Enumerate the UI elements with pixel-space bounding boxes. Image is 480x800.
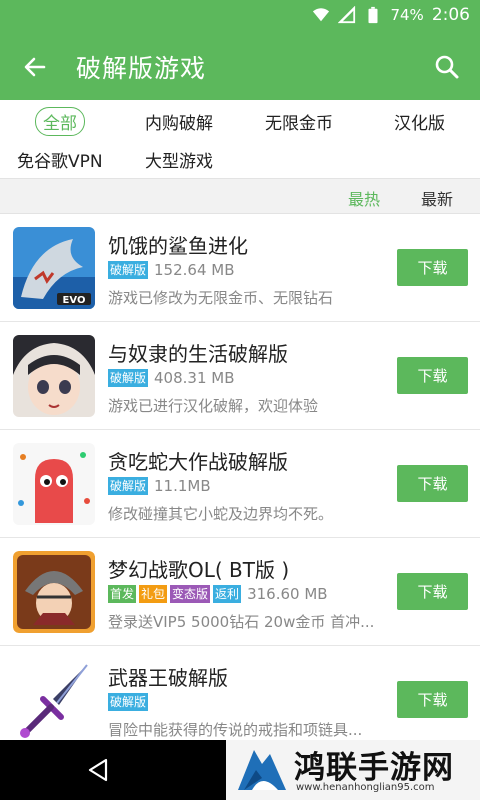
game-desc: 登录送VIP5 5000钻石 20w金币 首冲... xyxy=(108,613,375,631)
site-watermark: 鸿联手游网 www.henanhonglian95.com xyxy=(226,740,480,800)
sort-newest[interactable]: 最新 xyxy=(421,186,453,210)
list-item[interactable]: 武器王破解版 破解版 冒险中能获得的传说的戒指和项链具... 下载 xyxy=(0,646,480,754)
search-button[interactable] xyxy=(430,50,464,84)
tag-crack: 破解版 xyxy=(108,477,149,495)
tag-crack: 破解版 xyxy=(108,261,149,279)
tag-crack: 破解版 xyxy=(108,369,149,387)
signal-icon xyxy=(338,6,356,24)
svg-text:EVO: EVO xyxy=(63,295,86,306)
game-name: 饥饿的鲨鱼进化 xyxy=(108,234,248,258)
game-meta: 破解版 408.31 MB xyxy=(108,369,235,387)
category-iap-crack[interactable]: 内购破解 xyxy=(145,109,213,134)
clock: 2:06 xyxy=(431,5,470,25)
game-desc: 游戏已修改为无限金币、无限钻石 xyxy=(108,289,334,307)
category-filter: 全部 内购破解 无限金币 汉化版 免谷歌VPN 大型游戏 xyxy=(0,100,480,178)
game-icon-sword xyxy=(13,659,95,741)
game-meta: 破解版 xyxy=(108,693,149,711)
sort-bar: 最热 最新 xyxy=(0,178,480,214)
list-item[interactable]: EVO 饥饿的鲨鱼进化 破解版 152.64 MB 游戏已修改为无限金币、无限钻… xyxy=(0,214,480,322)
tag-first-release: 首发 xyxy=(108,585,137,603)
game-desc: 修改碰撞其它小蛇及边界均不死。 xyxy=(108,505,334,523)
category-chinese-version[interactable]: 汉化版 xyxy=(394,109,445,134)
game-size: 11.1MB xyxy=(154,477,211,495)
search-icon xyxy=(435,55,459,79)
game-meta: 破解版 11.1MB xyxy=(108,477,211,495)
game-name: 贪吃蛇大作战破解版 xyxy=(108,450,288,474)
game-icon-warrior xyxy=(13,551,95,633)
game-desc: 冒险中能获得的传说的戒指和项链具... xyxy=(108,721,363,739)
tag-rebate: 返利 xyxy=(213,585,242,603)
game-name: 与奴隶的生活破解版 xyxy=(108,342,288,366)
wifi-icon xyxy=(313,8,330,22)
game-name: 梦幻战歌OL( BT版 ) xyxy=(108,558,290,582)
battery-percent: 74% xyxy=(390,6,424,24)
category-unlimited-coins[interactable]: 无限金币 xyxy=(265,109,333,134)
download-button[interactable]: 下载 xyxy=(397,249,468,286)
app-bar: 破解版游戏 xyxy=(0,32,480,100)
list-item[interactable]: 梦幻战歌OL( BT版 ) 首发 礼包 变态版 返利 316.60 MB 登录送… xyxy=(0,538,480,646)
game-size: 316.60 MB xyxy=(247,585,328,603)
game-desc: 游戏已进行汉化破解，欢迎体验 xyxy=(108,397,319,415)
tag-gift: 礼包 xyxy=(139,585,168,603)
game-meta: 破解版 152.64 MB xyxy=(108,261,235,279)
tag-bt-version: 变态版 xyxy=(170,585,211,603)
game-meta: 首发 礼包 变态版 返利 316.60 MB xyxy=(108,585,328,603)
sort-hottest[interactable]: 最热 xyxy=(348,186,380,210)
game-icon-anime-girl xyxy=(13,335,95,417)
nav-back-icon[interactable] xyxy=(84,756,112,784)
status-bar: 74% 2:06 xyxy=(0,0,480,32)
game-name: 武器王破解版 xyxy=(108,666,228,690)
download-button[interactable]: 下载 xyxy=(397,357,468,394)
download-button[interactable]: 下载 xyxy=(397,465,468,502)
game-icon-shark: EVO xyxy=(13,227,95,309)
category-large-games[interactable]: 大型游戏 xyxy=(145,147,213,172)
tag-crack: 破解版 xyxy=(108,693,149,711)
game-size: 152.64 MB xyxy=(154,261,235,279)
list-item[interactable]: 与奴隶的生活破解版 破解版 408.31 MB 游戏已进行汉化破解，欢迎体验 下… xyxy=(0,322,480,430)
back-arrow-icon xyxy=(24,57,46,77)
watermark-url: www.henanhonglian95.com xyxy=(296,782,435,793)
game-list: EVO 饥饿的鲨鱼进化 破解版 152.64 MB 游戏已修改为无限金币、无限钻… xyxy=(0,214,480,754)
download-button[interactable]: 下载 xyxy=(397,573,468,610)
watermark-title: 鸿联手游网 xyxy=(294,750,454,786)
back-button[interactable] xyxy=(18,50,52,84)
page-title: 破解版游戏 xyxy=(76,54,207,83)
download-button[interactable]: 下载 xyxy=(397,681,468,718)
battery-icon xyxy=(368,6,378,24)
game-icon-snake xyxy=(13,443,95,525)
category-no-google-vpn[interactable]: 免谷歌VPN xyxy=(17,147,103,172)
game-size: 408.31 MB xyxy=(154,369,235,387)
list-item[interactable]: 贪吃蛇大作战破解版 破解版 11.1MB 修改碰撞其它小蛇及边界均不死。 下载 xyxy=(0,430,480,538)
watermark-logo xyxy=(238,750,286,790)
category-all[interactable]: 全部 xyxy=(35,107,85,136)
